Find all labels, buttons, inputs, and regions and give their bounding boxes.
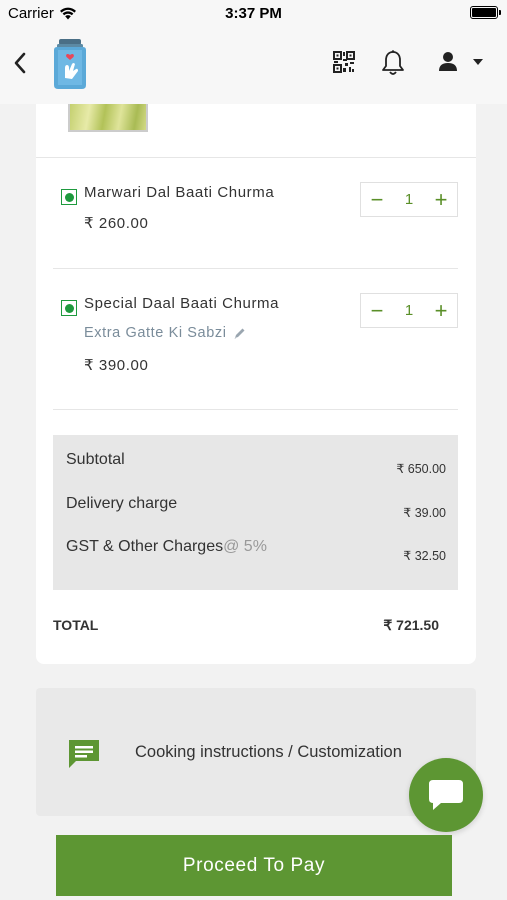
cart-item-name: Marwari Dal Baati Churma <box>84 184 275 201</box>
gst-rate: @ 5% <box>223 538 267 555</box>
battery-icon <box>470 6 501 19</box>
subtotal-value: ₹ 650.00 <box>396 462 446 476</box>
back-button[interactable] <box>10 50 30 76</box>
cart-item-price: ₹ 260.00 <box>84 215 149 232</box>
gst-label-text: GST & Other Charges <box>66 538 224 555</box>
divider <box>36 157 476 158</box>
user-icon <box>439 52 457 71</box>
cart-item-price: ₹ 390.00 <box>84 357 149 374</box>
item-thumbnail <box>68 104 148 132</box>
delivery-charge-value: ₹ 39.00 <box>403 506 446 520</box>
qr-code-button[interactable] <box>333 51 355 73</box>
chat-bubble-icon <box>429 780 463 810</box>
jar-logo-icon <box>54 39 86 89</box>
status-time: 3:37 PM <box>225 5 282 22</box>
app-logo <box>50 38 90 90</box>
cart-item-addon[interactable]: Extra Gatte Ki Sabzi <box>84 325 246 341</box>
app-header <box>0 26 507 104</box>
divider <box>53 268 458 269</box>
chevron-left-icon <box>14 52 26 74</box>
chat-button[interactable] <box>409 758 483 832</box>
quantity-stepper: − 1 + <box>360 293 458 328</box>
qr-code-icon <box>333 51 355 73</box>
cart-item-name: Special Daal Baati Churma <box>84 295 280 312</box>
total-label: TOTAL <box>53 617 99 633</box>
quantity-value: 1 <box>404 191 414 208</box>
caret-down-icon <box>473 59 483 65</box>
decrease-button[interactable]: − <box>369 299 385 322</box>
notifications-button[interactable] <box>380 49 406 77</box>
total-value: ₹ 721.50 <box>383 617 439 633</box>
veg-indicator-icon <box>61 189 77 205</box>
status-bar: Carrier 3:37 PM <box>0 0 507 26</box>
user-menu-button[interactable] <box>437 50 487 76</box>
increase-button[interactable]: + <box>433 188 449 211</box>
proceed-to-pay-button[interactable]: Proceed To Pay <box>56 835 452 896</box>
delivery-charge-label: Delivery charge <box>66 495 178 512</box>
bill-summary: Subtotal ₹ 650.00 Delivery charge ₹ 39.0… <box>53 435 458 590</box>
subtotal-label: Subtotal <box>66 451 125 468</box>
cart-card: Marwari Dal Baati Churma ₹ 260.00 − 1 + … <box>36 104 476 664</box>
comment-icon <box>69 740 99 768</box>
quantity-value: 1 <box>404 302 414 319</box>
gst-label: GST & Other Charges@ 5% <box>66 538 267 556</box>
addon-label: Extra Gatte Ki Sabzi <box>84 325 227 341</box>
pencil-icon <box>234 328 245 339</box>
increase-button[interactable]: + <box>433 299 449 322</box>
divider <box>53 409 458 410</box>
quantity-stepper: − 1 + <box>360 182 458 217</box>
veg-indicator-icon <box>61 300 77 316</box>
decrease-button[interactable]: − <box>369 188 385 211</box>
bell-icon <box>382 50 404 75</box>
cooking-instructions-label: Cooking instructions / Customization <box>135 743 402 761</box>
gst-value: ₹ 32.50 <box>403 549 446 563</box>
